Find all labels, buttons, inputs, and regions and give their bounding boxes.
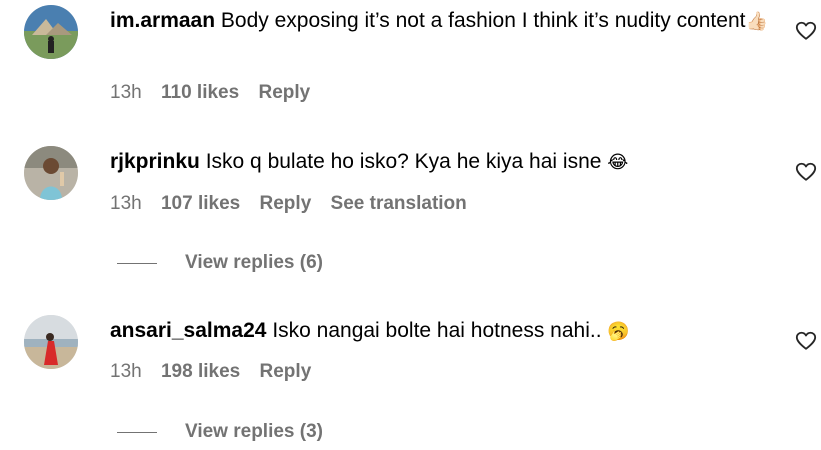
avatar[interactable] xyxy=(24,315,78,369)
heart-icon[interactable] xyxy=(795,161,817,183)
avatar-image-person xyxy=(24,146,78,200)
reply-button[interactable]: Reply xyxy=(260,361,312,382)
reply-button[interactable]: Reply xyxy=(260,193,312,214)
comment-text: rjkprinku Isko q bulate ho isko? Kya he … xyxy=(110,147,770,177)
view-replies-button[interactable]: View replies (3) xyxy=(117,420,323,444)
avatar-image-mountain xyxy=(24,5,78,59)
thumbs-up-emoji: 👍🏻 xyxy=(745,11,768,31)
heart-icon[interactable] xyxy=(795,20,817,42)
avatar[interactable] xyxy=(24,146,78,200)
laughing-emoji: 😂 xyxy=(607,152,629,172)
comment-text: ansari_salma24 Isko nangai bolte hai hot… xyxy=(110,316,770,346)
yawning-emoji: 🥱 xyxy=(607,321,630,341)
likes-count[interactable]: 110 likes xyxy=(161,82,239,103)
timestamp[interactable]: 13h xyxy=(110,82,142,103)
comment-meta: 13h 107 likes Reply See translation xyxy=(110,193,481,215)
timestamp[interactable]: 13h xyxy=(110,193,142,214)
heart-icon[interactable] xyxy=(795,330,817,352)
comment-meta: 13h 198 likes Reply xyxy=(110,361,325,383)
avatar[interactable] xyxy=(24,5,78,59)
likes-count[interactable]: 198 likes xyxy=(161,361,240,382)
avatar-image-beach xyxy=(24,315,78,369)
timestamp[interactable]: 13h xyxy=(110,361,142,382)
likes-count[interactable]: 107 likes xyxy=(161,193,240,214)
reply-button[interactable]: Reply xyxy=(258,82,310,103)
comment-meta: 13h 110 likes Reply xyxy=(110,82,324,104)
comment-text: im.armaan Body exposing it’s not a fashi… xyxy=(110,6,770,36)
username[interactable]: rjkprinku xyxy=(110,150,200,173)
username[interactable]: im.armaan xyxy=(110,9,215,32)
replies-divider xyxy=(117,262,157,264)
comment-body: Body exposing it’s not a fashion I think… xyxy=(220,9,746,32)
view-replies-label[interactable]: View replies (3) xyxy=(185,421,323,443)
view-replies-button[interactable]: View replies (6) xyxy=(117,251,323,275)
view-replies-label[interactable]: View replies (6) xyxy=(185,252,323,274)
replies-divider xyxy=(117,431,157,433)
comment-body: Isko nangai bolte hai hotness nahi.. xyxy=(272,319,602,342)
comment-body: Isko q bulate ho isko? Kya he kiya hai i… xyxy=(205,150,602,173)
username[interactable]: ansari_salma24 xyxy=(110,319,266,342)
see-translation-button[interactable]: See translation xyxy=(331,193,467,214)
